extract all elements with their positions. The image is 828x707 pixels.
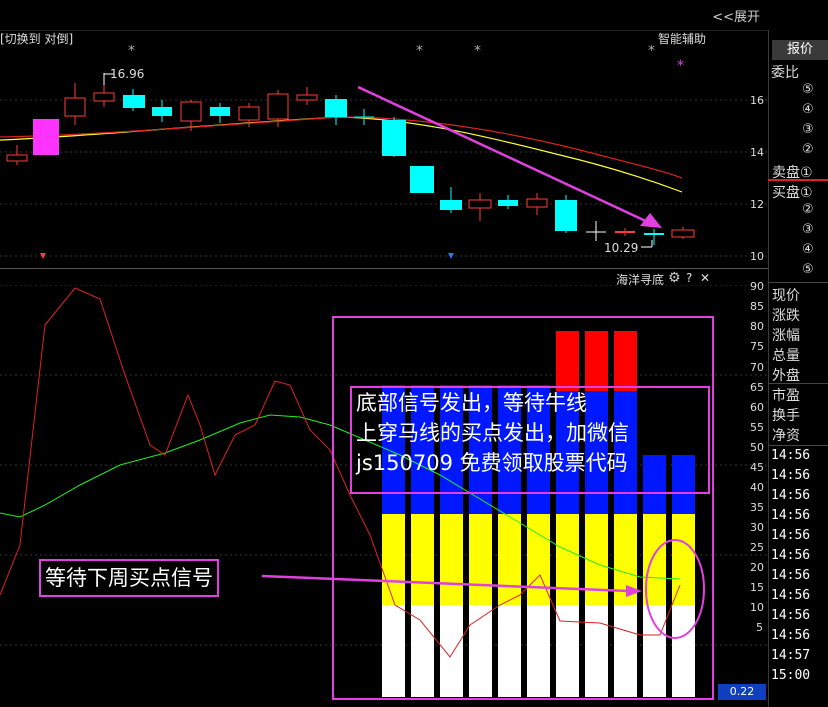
- price-axis-14: 14: [750, 146, 764, 159]
- tick-time: 14:56: [771, 508, 811, 523]
- white-bars: [382, 605, 695, 697]
- buy-level-1: 买盘①: [772, 185, 813, 201]
- top-toolbar: [0, 0, 828, 31]
- price-axis-10: 10: [750, 250, 764, 263]
- signal-star: *: [128, 45, 135, 59]
- sell-level-3: ③: [802, 122, 814, 137]
- buy-level-4: ④: [802, 242, 814, 257]
- price-axis-16: 16: [750, 94, 764, 107]
- annotation-box: 底部信号发出，等待牛线 上穿马线的买点发出，加微信 js150709 免费领取股…: [350, 386, 710, 494]
- stat-volume: 总量: [772, 348, 800, 364]
- indicator-chart: [0, 285, 768, 700]
- axis-tick: 50: [750, 441, 764, 454]
- yellow-bars: [382, 514, 695, 605]
- axis-tick: 70: [750, 361, 764, 374]
- marker-triangle-blue: [448, 253, 454, 259]
- sell-level-4: ④: [802, 102, 814, 117]
- axis-tick: 5: [756, 621, 763, 634]
- candles: [6, 73, 695, 245]
- axis-tick: 10: [750, 601, 764, 614]
- stat-change-pct: 涨幅: [772, 328, 800, 344]
- tick-time: 14:56: [771, 628, 811, 643]
- tick-time: 14:56: [771, 448, 811, 463]
- tick-time: 14:56: [771, 548, 811, 563]
- signal-star: *: [474, 45, 481, 59]
- panel-divider: [0, 268, 768, 269]
- signal-star: *: [648, 45, 655, 59]
- axis-tick: 90: [750, 280, 764, 293]
- sell-level-5: ⑤: [802, 82, 814, 97]
- axis-tick: 60: [750, 401, 764, 414]
- panel-separator: [768, 383, 828, 384]
- red-bars: [556, 331, 637, 391]
- candlestick-chart: * * * * * 16.96 10.29: [0, 45, 768, 259]
- axis-tick: 75: [750, 340, 764, 353]
- stat-change: 涨跌: [772, 308, 800, 324]
- axis-tick: 20: [750, 561, 764, 574]
- panel-separator: [768, 445, 828, 446]
- high-price-label: 16.96: [110, 67, 144, 81]
- axis-tick: 45: [750, 461, 764, 474]
- low-price-label: 10.29: [604, 241, 638, 255]
- stat-pe: 市盈: [772, 388, 800, 404]
- axis-tick: 35: [750, 501, 764, 514]
- tick-time: 14:56: [771, 488, 811, 503]
- panel-separator: [768, 282, 828, 283]
- axis-tick: 65: [750, 381, 764, 394]
- sell-level-2: ②: [802, 142, 814, 157]
- tick-time: 14:56: [771, 468, 811, 483]
- buy-level-3: ③: [802, 222, 814, 237]
- expand-button[interactable]: <<展开: [712, 6, 760, 25]
- tick-time: 14:56: [771, 588, 811, 603]
- order-ratio-label: 委比: [771, 65, 799, 81]
- stat-turnover: 换手: [772, 408, 800, 424]
- axis-tick: 85: [750, 300, 764, 313]
- annotation-line-2: 上穿马线的买点发出，加微信: [356, 421, 629, 445]
- signal-star: *: [416, 45, 423, 59]
- axis-tick: 25: [750, 541, 764, 554]
- value-badge: 0.22: [718, 684, 766, 700]
- axis-tick: 40: [750, 481, 764, 494]
- signal-star-magenta: *: [677, 58, 684, 74]
- tick-time: 14:56: [771, 568, 811, 583]
- tick-time: 14:56: [771, 528, 811, 543]
- wait-signal-label: 等待下周买点信号: [39, 559, 219, 597]
- tick-time: 14:56: [771, 608, 811, 623]
- ma-slow-line: [0, 116, 683, 179]
- axis-tick: 55: [750, 421, 764, 434]
- stat-outer-volume: 外盘: [772, 368, 800, 384]
- tick-time: 14:57: [771, 648, 811, 663]
- close-button[interactable]: ✕: [700, 271, 710, 285]
- ma-fast-line: [0, 116, 683, 193]
- annotation-line-1: 底部信号发出，等待牛线: [356, 391, 587, 415]
- axis-tick: 30: [750, 521, 764, 534]
- annotation-line-3: js150709 免费领取股票代码: [356, 451, 628, 475]
- axis-tick: 15: [750, 581, 764, 594]
- buy-level-5: ⑤: [802, 262, 814, 277]
- stat-net-assets: 净资: [772, 428, 800, 444]
- tick-time: 15:00: [771, 668, 811, 683]
- stat-price: 现价: [772, 288, 800, 304]
- bid-ask-divider: [768, 179, 828, 181]
- quote-tab[interactable]: 报价: [772, 40, 828, 60]
- price-axis-12: 12: [750, 198, 764, 211]
- tick-times: 14:56 14:56 14:56 14:56 14:56 14:56 14:5…: [771, 448, 810, 688]
- axis-tick: 80: [750, 320, 764, 333]
- buy-level-2: ②: [802, 202, 814, 217]
- help-button[interactable]: ?: [686, 271, 692, 285]
- gear-icon[interactable]: ⚙: [668, 270, 681, 286]
- candle-magenta: [33, 119, 59, 155]
